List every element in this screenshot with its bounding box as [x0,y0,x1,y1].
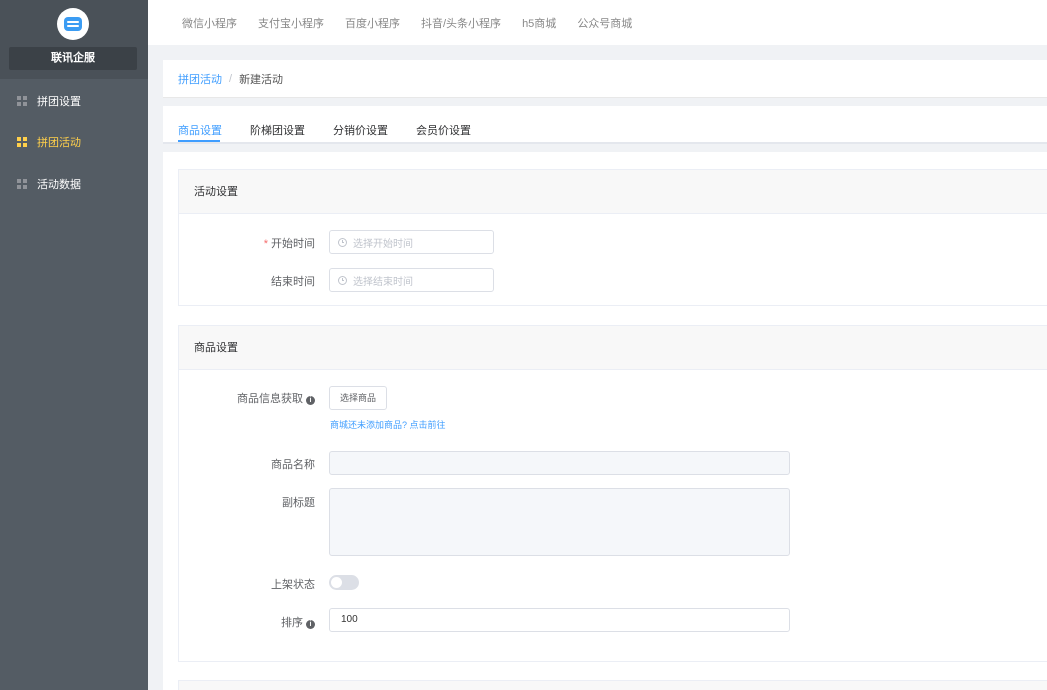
grid-icon [17,137,27,147]
clock-icon [338,237,347,247]
nav-douyin-mini[interactable]: 抖音/头条小程序 [421,15,501,31]
company-name: 联讯企服 [9,47,137,70]
sidebar-item-label: 活动数据 [37,179,81,191]
activity-settings-card: 活动设置 * 开始时间 选择开始时间 结束时间 选择结束时间 [178,169,1047,306]
clock-icon [338,275,347,285]
go-add-goods-link[interactable]: 点击前往 [410,420,446,430]
sidebar-item-group-settings[interactable]: 拼团设置 [0,87,148,115]
no-goods-hint: 商城还未添加商品? 点击前往 [330,420,446,430]
grid-icon [17,179,27,189]
breadcrumb-parent[interactable]: 拼团活动 [178,71,222,87]
section-title: 商品设置 [179,326,1047,370]
start-time-label: * 开始时间 [263,238,315,250]
goods-settings-card: 商品设置 商品信息获取 i 选择商品 商城还未添加商品? 点击前往 商品名称 副标… [178,325,1047,662]
goods-name-label: 商品名称 [271,459,315,471]
tab-active-indicator [178,140,220,142]
tab-tier-group-settings[interactable]: 阶梯团设置 [250,122,305,138]
goods-name-input[interactable] [329,451,790,475]
breadcrumb-separator: / [229,72,233,85]
nav-official-account-mall[interactable]: 公众号商城 [577,15,632,31]
subtitle-textarea[interactable] [329,488,790,556]
sort-input[interactable]: 100 [329,608,790,632]
tab-distribution-price[interactable]: 分销价设置 [333,122,388,138]
sidebar-item-activity-data[interactable]: 活动数据 [0,170,148,198]
grid-icon [17,96,27,106]
main-content: 活动设置 * 开始时间 选择开始时间 结束时间 选择结束时间 商品设置 商品信息获… [163,152,1047,690]
nav-alipay-mini[interactable]: 支付宝小程序 [258,15,324,31]
listing-status-label: 上架状态 [271,579,315,591]
tab-member-price[interactable]: 会员价设置 [416,122,471,138]
tab-goods-settings[interactable]: 商品设置 [178,122,222,138]
sidebar-item-group-activities[interactable]: 拼团活动 [0,128,148,156]
goods-info-label: 商品信息获取 i [179,390,315,406]
next-section-card [178,680,1047,690]
info-icon: i [306,396,315,405]
subtitle-label: 副标题 [282,497,315,509]
logo [57,8,89,40]
tabs: 商品设置 阶梯团设置 分销价设置 会员价设置 [163,106,1047,144]
end-time-placeholder: 选择结束时间 [353,276,413,288]
section-title: 活动设置 [179,170,1047,214]
logo-icon [64,17,82,31]
start-time-placeholder: 选择开始时间 [353,238,413,250]
end-time-picker[interactable]: 选择结束时间 [329,268,494,292]
top-nav: 微信小程序 支付宝小程序 百度小程序 抖音/头条小程序 h5商城 公众号商城 [148,0,1047,45]
sidebar: 联讯企服 拼团设置 拼团活动 活动数据 [0,0,148,690]
info-icon: i [306,620,315,629]
select-goods-button[interactable]: 选择商品 [329,386,388,410]
sidebar-item-label: 拼团设置 [37,96,81,108]
sort-label: 排序 i [179,614,315,630]
sidebar-item-label: 拼团活动 [37,137,81,149]
breadcrumb-current: 新建活动 [239,73,284,86]
breadcrumb: 拼团活动 / 新建活动 [163,60,1047,98]
listing-status-switch[interactable] [329,575,359,590]
start-time-picker[interactable]: 选择开始时间 [329,230,494,254]
nav-h5-mall[interactable]: h5商城 [522,15,556,31]
nav-baidu-mini[interactable]: 百度小程序 [345,15,400,31]
sidebar-header: 联讯企服 [0,0,148,79]
end-time-label: 结束时间 [271,276,315,288]
nav-wechat-mini[interactable]: 微信小程序 [182,15,237,31]
